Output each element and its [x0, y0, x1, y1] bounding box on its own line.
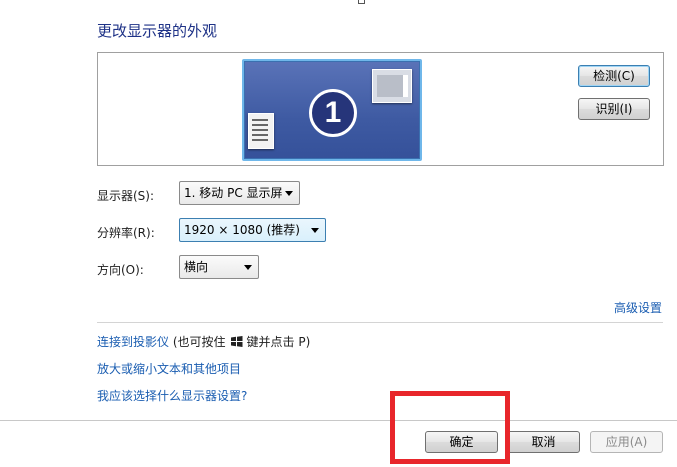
highlight-annotation-box [390, 391, 510, 464]
resolution-label: 分辨率(R): [97, 226, 155, 240]
monitor-1-thumbnail[interactable]: 1 [242, 59, 422, 161]
detect-button[interactable]: 检测(C) [578, 65, 650, 87]
text-size-link[interactable]: 放大或缩小文本和其他项目 [97, 360, 241, 377]
orientation-select-value: 横向 [184, 260, 209, 274]
display-select-value: 1. 移动 PC 显示屏 [184, 186, 283, 200]
window-thumbnail-icon [372, 69, 412, 103]
page-title: 更改显示器的外观 [97, 22, 218, 40]
windows-logo-icon [230, 336, 243, 347]
chevron-down-icon [285, 191, 293, 196]
projector-hint-prefix: (也可按住 [172, 335, 226, 349]
advanced-settings-link[interactable]: 高级设置 [614, 299, 662, 316]
document-thumbnail-icon [248, 113, 274, 149]
connect-projector-link[interactable]: 连接到投影仪 [97, 335, 169, 349]
chevron-down-icon [311, 228, 319, 233]
orientation-select[interactable]: 横向 [179, 255, 259, 279]
chevron-down-icon [244, 265, 252, 270]
orientation-label: 方向(O): [97, 263, 144, 277]
projector-hint-suffix: 键并点击 P) [246, 335, 311, 349]
projector-line: 连接到投影仪 (也可按住 键并点击 P) [97, 333, 310, 350]
display-preview-area: 1 检测(C) 识别(I) [97, 52, 664, 166]
display-select[interactable]: 1. 移动 PC 显示屏 [179, 181, 300, 205]
apply-button[interactable]: 应用(A) [590, 431, 663, 453]
resolution-select[interactable]: 1920 × 1080 (推荐) [179, 218, 326, 242]
monitor-number-badge: 1 [309, 89, 357, 137]
display-label: 显示器(S): [97, 189, 155, 203]
window-edge-mark [358, 0, 365, 4]
divider [97, 322, 663, 323]
footer-divider [0, 420, 677, 421]
cancel-button[interactable]: 取消 [507, 431, 580, 453]
identify-button[interactable]: 识别(I) [578, 98, 650, 120]
display-help-link[interactable]: 我应该选择什么显示器设置? [97, 387, 247, 404]
resolution-select-value: 1920 × 1080 (推荐) [184, 223, 300, 237]
